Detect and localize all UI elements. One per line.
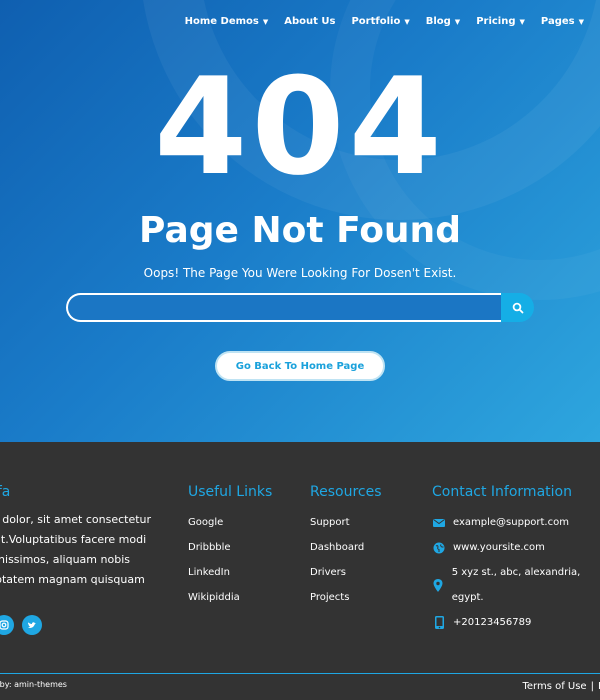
- nav-label: About Us: [284, 16, 336, 27]
- footer-link-wikipiddia[interactable]: Wikipiddia: [188, 585, 272, 610]
- nav-pricing[interactable]: Pricing ▼: [468, 16, 533, 27]
- chevron-down-icon: ▼: [404, 17, 410, 26]
- terms-link[interactable]: Terms of Use: [522, 681, 586, 692]
- footer-link-support[interactable]: Support: [310, 510, 382, 535]
- about-line: m dolor, sit amet consectetur: [0, 513, 152, 526]
- contact-phone: +20123456789: [432, 610, 600, 635]
- footer-link-projects[interactable]: Projects: [310, 585, 382, 610]
- chevron-down-icon: ▼: [262, 17, 269, 26]
- link-separator: |: [590, 681, 594, 692]
- chevron-down-icon: ▼: [578, 17, 584, 26]
- contact-website: www.yoursite.com: [432, 535, 600, 560]
- page-subtitle: Oops! The Page You Were Looking For Dose…: [143, 266, 457, 280]
- footer-resources: Resources Support Dashboard Drivers Proj…: [310, 482, 382, 610]
- about-line: elit.Voluptatibus facere modi: [0, 533, 147, 546]
- error-code: 404: [154, 49, 446, 205]
- footer-link-linkedin[interactable]: LinkedIn: [188, 560, 272, 585]
- nav-label: Home Demos: [184, 16, 259, 27]
- resources-title: Resources: [310, 484, 382, 500]
- nav-about-us[interactable]: About Us: [276, 16, 343, 27]
- footer: ufa m dolor, sit amet consectetur elit.V…: [0, 442, 600, 700]
- about-text: m dolor, sit amet consectetur elit.Volup…: [0, 510, 158, 590]
- social-links: [0, 615, 42, 635]
- footer-link-drivers[interactable]: Drivers: [310, 560, 382, 585]
- chevron-down-icon: ▼: [454, 17, 461, 26]
- map-pin-icon: [432, 578, 445, 592]
- search-icon: [512, 302, 523, 313]
- footer-divider: [0, 673, 600, 674]
- search-button[interactable]: [501, 293, 534, 322]
- main-nav: Home Demos ▼ About Us Portfolio ▼ Blog ▼…: [177, 16, 592, 27]
- contact-address: 5 xyz st., abc, alexandria, egypt.: [432, 560, 600, 610]
- phone-icon: [432, 616, 446, 630]
- about-line: ignissimos, aliquam nobis: [0, 553, 130, 566]
- search-input[interactable]: [66, 293, 501, 322]
- about-line: uptatem magnam quisquam: [0, 573, 145, 586]
- footer-link-google[interactable]: Google: [188, 510, 272, 535]
- instagram-icon[interactable]: [0, 615, 14, 635]
- nav-label: Pages: [540, 16, 575, 27]
- contact-email-text: example@support.com: [453, 517, 569, 528]
- contact-website-text: www.yoursite.com: [453, 542, 545, 553]
- nav-label: Pricing: [476, 16, 516, 27]
- footer-useful-links: Useful Links Google Dribbble LinkedIn Wi…: [188, 482, 272, 610]
- nav-blog[interactable]: Blog ▼: [418, 16, 468, 27]
- nav-home-demos[interactable]: Home Demos ▼: [177, 16, 277, 27]
- page-title: Page Not Found: [139, 210, 461, 251]
- go-home-button[interactable]: Go Back To Home Page: [215, 351, 385, 381]
- hero-section: Home Demos ▼ About Us Portfolio ▼ Blog ▼…: [0, 0, 600, 442]
- envelope-icon: [432, 516, 446, 530]
- chevron-down-icon: ▼: [519, 17, 525, 26]
- contact-email: example@support.com: [432, 510, 600, 535]
- footer-contact: Contact Information example@support.com …: [432, 482, 600, 635]
- footer-link-dashboard[interactable]: Dashboard: [310, 535, 382, 560]
- nav-portfolio[interactable]: Portfolio ▼: [343, 16, 417, 27]
- footer-bottom-links: Terms of Use | P: [522, 681, 600, 692]
- contact-title: Contact Information: [432, 484, 572, 500]
- footer-about: ufa m dolor, sit amet consectetur elit.V…: [0, 482, 158, 590]
- contact-address-text: 5 xyz st., abc, alexandria, egypt.: [451, 567, 581, 603]
- links-title: Useful Links: [188, 484, 273, 500]
- search-bar: [66, 293, 534, 322]
- nav-label: Blog: [425, 16, 451, 27]
- globe-icon: [432, 541, 446, 555]
- nav-label: Portfolio: [351, 16, 401, 27]
- contact-phone-text: +20123456789: [453, 617, 532, 628]
- footer-credit: d by: amin-themes: [0, 680, 67, 689]
- twitter-icon[interactable]: [22, 615, 42, 635]
- nav-pages[interactable]: Pages ▼: [533, 16, 592, 27]
- about-title: ufa: [0, 484, 11, 500]
- footer-link-dribbble[interactable]: Dribbble: [188, 535, 272, 560]
